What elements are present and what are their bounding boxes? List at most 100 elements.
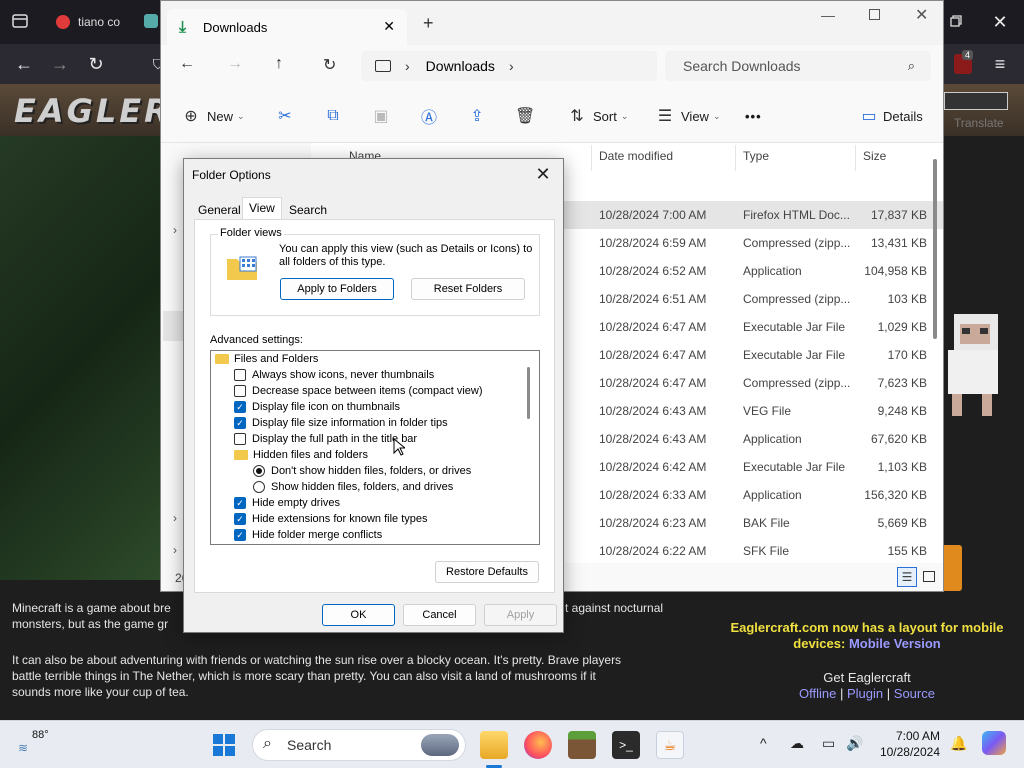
checkbox[interactable] xyxy=(234,385,246,397)
mobile-version-link[interactable]: Mobile Version xyxy=(849,636,941,651)
view-button[interactable]: ☰ View ⌄ xyxy=(655,105,721,127)
browser-tab-favicon[interactable] xyxy=(144,14,158,28)
setting-hide-merge-conflicts[interactable]: ✓ Hide folder merge conflicts xyxy=(234,527,382,543)
source-link[interactable]: Source xyxy=(894,686,935,701)
setting-always-show-icons[interactable]: Always show icons, never thumbnails xyxy=(234,367,434,383)
nav-selected-item[interactable] xyxy=(163,311,183,341)
browser-close-icon[interactable]: ✕ xyxy=(988,12,1012,32)
setting-file-icon-thumbnails[interactable]: ✓ Display file icon on thumbnails xyxy=(234,399,400,415)
nav-chevron-icon[interactable]: › xyxy=(173,511,177,525)
clock-time[interactable]: 7:00 AM xyxy=(880,729,940,743)
maximize-icon[interactable] xyxy=(869,9,880,20)
file-list-scrollbar[interactable] xyxy=(933,159,937,339)
search-input[interactable]: Search Downloads ⌕ xyxy=(665,51,931,81)
column-separator[interactable] xyxy=(855,145,856,171)
java-taskbar-icon[interactable]: ☕ xyxy=(656,731,684,759)
setting-file-size-tips[interactable]: ✓ Display file size information in folde… xyxy=(234,415,448,431)
tiles-view-icon[interactable] xyxy=(923,571,935,582)
forward-icon[interactable]: → xyxy=(227,55,243,73)
tree-root-files-and-folders[interactable]: Files and Folders xyxy=(215,351,318,367)
plugin-link[interactable]: Plugin xyxy=(847,686,883,701)
address-box[interactable]: › Downloads › xyxy=(361,51,657,81)
checkbox[interactable] xyxy=(234,433,246,445)
file-explorer-taskbar-icon[interactable] xyxy=(480,731,508,759)
setting-compact-view[interactable]: Decrease space between items (compact vi… xyxy=(234,383,482,399)
setting-hide-extensions[interactable]: ✓ Hide extensions for known file types xyxy=(234,511,427,527)
rename-button[interactable]: Ⓐ xyxy=(419,105,439,127)
share-button[interactable]: ⇪ xyxy=(467,105,487,127)
chevron-right-icon[interactable]: › xyxy=(509,58,514,74)
apply-button[interactable]: Apply xyxy=(484,604,557,626)
volume-icon[interactable]: 🔊 xyxy=(846,735,863,752)
copilot-icon[interactable] xyxy=(982,731,1006,755)
taskbar-search[interactable]: ⌕ Search xyxy=(252,729,466,761)
more-button[interactable]: ••• xyxy=(745,105,762,127)
advanced-settings-tree[interactable]: Files and Folders Always show icons, nev… xyxy=(210,350,540,545)
details-view-icon[interactable]: ☰ xyxy=(897,567,917,587)
back-icon[interactable]: ← xyxy=(12,54,36,74)
tab-search[interactable]: Search xyxy=(289,201,327,221)
radio-selected[interactable] xyxy=(253,465,265,477)
radio[interactable] xyxy=(253,481,265,493)
close-icon[interactable]: ✕ xyxy=(915,5,928,25)
checkbox-checked[interactable]: ✓ xyxy=(234,529,246,541)
tab-list-icon[interactable] xyxy=(8,12,32,34)
cloud-icon[interactable]: ☁ xyxy=(790,735,804,752)
close-icon[interactable]: ✕ xyxy=(531,163,555,185)
start-button[interactable] xyxy=(212,733,236,760)
apply-to-folders-button[interactable]: Apply to Folders xyxy=(280,278,394,300)
tab-general[interactable]: General xyxy=(198,201,241,221)
browser-tab[interactable]: tiano co xyxy=(46,6,130,38)
cut-button[interactable]: ✂ xyxy=(275,105,295,127)
breadcrumb[interactable]: Downloads xyxy=(426,58,495,74)
translate-link[interactable]: Translate xyxy=(954,116,1004,130)
forward-icon[interactable]: → xyxy=(48,54,72,74)
checkbox-checked[interactable]: ✓ xyxy=(234,401,246,413)
cancel-button[interactable]: Cancel xyxy=(403,604,476,626)
column-separator[interactable] xyxy=(591,145,592,171)
terminal-taskbar-icon[interactable]: >_ xyxy=(612,731,640,759)
setting-hide-empty-drives[interactable]: ✓ Hide empty drives xyxy=(234,495,340,511)
checkbox-checked[interactable]: ✓ xyxy=(234,417,246,429)
checkbox-checked[interactable]: ✓ xyxy=(234,497,246,509)
back-icon[interactable]: ← xyxy=(179,55,195,73)
refresh-icon[interactable]: ↻ xyxy=(323,55,336,75)
setting-full-path-title[interactable]: Display the full path in the title bar xyxy=(234,431,417,447)
column-header-type[interactable]: Type xyxy=(743,149,769,163)
minimize-icon[interactable]: — xyxy=(821,7,835,23)
sort-button[interactable]: ⇅ Sort ⌄ xyxy=(567,105,628,127)
weather-widget[interactable]: ≋ 88° xyxy=(18,729,58,761)
checkbox[interactable] xyxy=(234,369,246,381)
restore-defaults-button[interactable]: Restore Defaults xyxy=(435,561,539,583)
reload-icon[interactable]: ↻ xyxy=(84,54,108,74)
tree-scrollbar[interactable] xyxy=(527,367,530,419)
network-icon[interactable]: ▭ xyxy=(822,735,835,752)
new-tab-icon[interactable]: + xyxy=(423,13,434,34)
copy-button[interactable]: ⧉ xyxy=(323,105,343,127)
reset-folders-button[interactable]: Reset Folders xyxy=(411,278,525,300)
nav-chevron-icon[interactable]: › xyxy=(173,223,177,237)
chevron-up-icon[interactable]: ^ xyxy=(760,735,767,751)
new-button[interactable]: ⊕ New ⌄ xyxy=(181,105,244,127)
clock-date[interactable]: 10/28/2024 xyxy=(870,745,940,759)
nav-chevron-icon[interactable]: › xyxy=(173,543,177,557)
hidden-files-group[interactable]: Hidden files and folders xyxy=(234,447,368,463)
up-icon[interactable]: ↑ xyxy=(275,55,283,73)
explorer-tab[interactable]: ⤓ Downloads ✕ xyxy=(167,9,407,45)
restore-icon[interactable] xyxy=(944,12,968,32)
column-header-date[interactable]: Date modified xyxy=(599,149,673,163)
option-dont-show-hidden[interactable]: Don't show hidden files, folders, or dri… xyxy=(253,463,471,479)
details-button[interactable]: ▭ Details xyxy=(859,105,922,127)
minecraft-taskbar-icon[interactable] xyxy=(568,731,596,759)
firefox-taskbar-icon[interactable] xyxy=(524,731,552,759)
bell-icon[interactable]: 🔔 xyxy=(950,735,967,752)
checkbox-checked[interactable]: ✓ xyxy=(234,513,246,525)
column-header-size[interactable]: Size xyxy=(863,149,886,163)
menu-icon[interactable]: ≡ xyxy=(988,54,1012,74)
offline-link[interactable]: Offline xyxy=(799,686,836,701)
paste-button[interactable]: ▣ xyxy=(371,105,391,127)
language-select[interactable] xyxy=(944,92,1008,110)
delete-button[interactable]: 🗑 xyxy=(515,105,535,127)
column-separator[interactable] xyxy=(735,145,736,171)
tab-view[interactable]: View xyxy=(242,197,282,221)
